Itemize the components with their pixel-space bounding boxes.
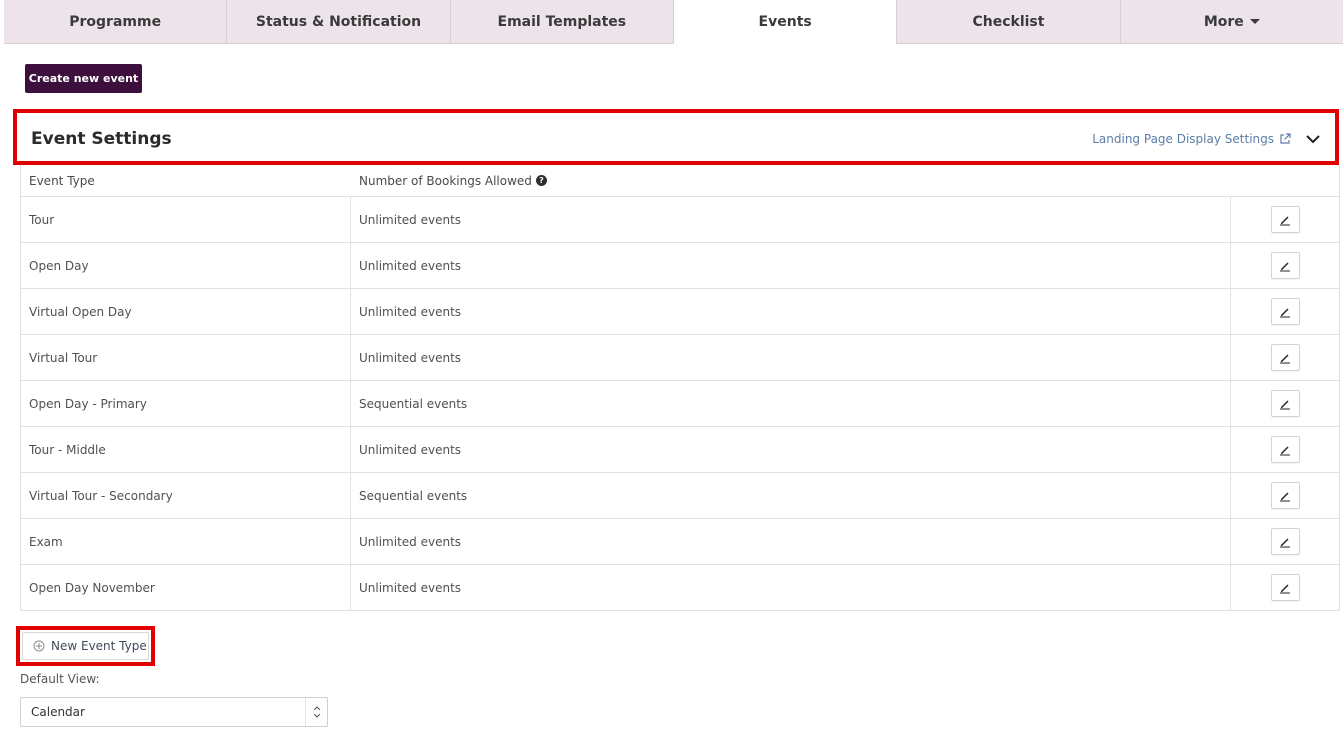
- event-type-cell: Open Day - Primary: [21, 381, 351, 426]
- tab-label: Status & Notification: [255, 13, 422, 30]
- table-header-row: Event Type Number of Bookings Allowed ?: [21, 165, 1339, 196]
- bookings-allowed-cell: Unlimited events: [351, 565, 1231, 610]
- bookings-allowed-cell: Sequential events: [351, 473, 1231, 518]
- pencil-icon: [1280, 354, 1290, 363]
- event-type-cell: Virtual Tour - Secondary: [21, 473, 351, 518]
- actions-cell: [1231, 197, 1339, 242]
- bookings-allowed-cell: Sequential events: [351, 381, 1231, 426]
- event-type-cell: Exam: [21, 519, 351, 564]
- header-actions: [1231, 165, 1339, 196]
- plus-circle-icon: [33, 640, 45, 652]
- edit-button[interactable]: [1270, 528, 1300, 555]
- default-view-label: Default View:: [20, 672, 100, 686]
- pencil-icon: [1280, 400, 1290, 409]
- event-type-cell: Tour: [21, 197, 351, 242]
- edit-button[interactable]: [1270, 574, 1300, 601]
- tab-events[interactable]: Events: [673, 0, 898, 44]
- event-type-cell: Tour - Middle: [21, 427, 351, 472]
- landing-page-display-settings-link[interactable]: Landing Page Display Settings: [1092, 132, 1291, 146]
- landing-link-label: Landing Page Display Settings: [1092, 132, 1274, 146]
- event-type-cell: Virtual Open Day: [21, 289, 351, 334]
- actions-cell: [1231, 473, 1339, 518]
- bookings-allowed-cell: Unlimited events: [351, 197, 1231, 242]
- edit-button[interactable]: [1270, 436, 1300, 463]
- chevron-up-icon: [313, 706, 320, 711]
- tab-bar: Programme Status & Notification Email Te…: [4, 0, 1343, 44]
- pencil-icon: [1280, 308, 1290, 317]
- table-row: Open Day Unlimited events: [21, 242, 1339, 288]
- event-type-cell: Virtual Tour: [21, 335, 351, 380]
- tab-programme[interactable]: Programme: [4, 0, 228, 44]
- tab-status-notification[interactable]: Status & Notification: [227, 0, 451, 44]
- tab-label: Events: [758, 14, 812, 30]
- pencil-icon: [1280, 216, 1290, 225]
- actions-cell: [1231, 243, 1339, 288]
- actions-cell: [1231, 565, 1339, 610]
- default-view-select[interactable]: Calendar: [20, 697, 328, 727]
- header-event-type: Event Type: [29, 173, 95, 188]
- bookings-allowed-cell: Unlimited events: [351, 519, 1231, 564]
- tab-more[interactable]: More: [1120, 0, 1343, 44]
- edit-button[interactable]: [1270, 344, 1300, 371]
- tab-label: Programme: [69, 13, 162, 30]
- event-type-cell: Open Day November: [21, 565, 351, 610]
- tab-email-templates[interactable]: Email Templates: [450, 0, 674, 44]
- chevron-down-icon: [313, 713, 320, 718]
- bookings-allowed-cell: Unlimited events: [351, 335, 1231, 380]
- bookings-allowed-cell: Unlimited events: [351, 243, 1231, 288]
- table-row: Exam Unlimited events: [21, 518, 1339, 564]
- pencil-icon: [1280, 262, 1290, 271]
- table-row: Open Day November Unlimited events: [21, 564, 1339, 610]
- table-row: Tour Unlimited events: [21, 196, 1339, 242]
- table-row: Tour - Middle Unlimited events: [21, 426, 1339, 472]
- bookings-allowed-cell: Unlimited events: [351, 289, 1231, 334]
- chevron-down-icon[interactable]: [1305, 131, 1321, 147]
- edit-button[interactable]: [1270, 252, 1300, 279]
- caret-down-icon: [1249, 19, 1260, 24]
- tab-checklist[interactable]: Checklist: [897, 0, 1121, 44]
- actions-cell: [1231, 289, 1339, 334]
- edit-button[interactable]: [1270, 206, 1300, 233]
- new-event-type-button[interactable]: New Event Type: [22, 632, 149, 660]
- default-view-value: Calendar: [31, 705, 85, 719]
- event-settings-header: Event Settings Landing Page Display Sett…: [13, 109, 1339, 165]
- new-event-type-highlight: New Event Type: [16, 626, 155, 666]
- actions-cell: [1231, 427, 1339, 472]
- table-row: Open Day - Primary Sequential events: [21, 380, 1339, 426]
- event-settings-title: Event Settings: [31, 129, 172, 149]
- event-types-table: Event Type Number of Bookings Allowed ? …: [20, 165, 1340, 611]
- header-bookings-label: Number of Bookings Allowed: [359, 173, 532, 188]
- actions-cell: [1231, 335, 1339, 380]
- actions-cell: [1231, 519, 1339, 564]
- pencil-icon: [1280, 584, 1290, 593]
- create-new-event-button[interactable]: Create new event: [25, 64, 142, 93]
- table-row: Virtual Tour - Secondary Sequential event…: [21, 472, 1339, 518]
- table-row: Virtual Open Day Unlimited events: [21, 288, 1339, 334]
- external-link-icon: [1280, 133, 1291, 144]
- event-type-cell: Open Day: [21, 243, 351, 288]
- select-spinner: [305, 698, 327, 726]
- actions-cell: [1231, 381, 1339, 426]
- tab-label: More: [1203, 13, 1244, 30]
- table-row: Virtual Tour Unlimited events: [21, 334, 1339, 380]
- new-event-type-label: New Event Type: [51, 639, 147, 653]
- tab-label: Email Templates: [497, 13, 627, 30]
- tab-label: Checklist: [972, 13, 1045, 30]
- pencil-icon: [1280, 492, 1290, 501]
- edit-button[interactable]: [1270, 298, 1300, 325]
- edit-button[interactable]: [1270, 482, 1300, 509]
- edit-button[interactable]: [1270, 390, 1300, 417]
- bookings-allowed-cell: Unlimited events: [351, 427, 1231, 472]
- help-icon[interactable]: ?: [535, 175, 547, 186]
- pencil-icon: [1280, 446, 1290, 455]
- header-bookings-allowed: Number of Bookings Allowed ?: [351, 165, 1231, 196]
- pencil-icon: [1280, 538, 1290, 547]
